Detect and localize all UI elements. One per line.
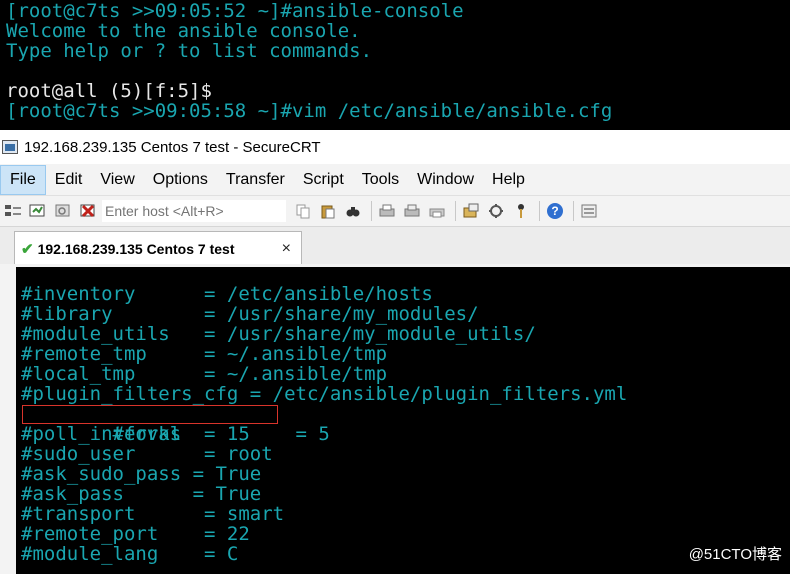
connect-icon[interactable] <box>2 200 24 222</box>
config-line: #library = /usr/share/my_modules/ <box>21 303 479 325</box>
disconnect-icon[interactable] <box>77 200 99 222</box>
terminal-line: [root@c7ts >>09:05:52 ~]#ansible-console <box>6 0 464 22</box>
securecrt-app-icon <box>2 140 18 154</box>
config-line: #inventory = /etc/ansible/hosts <box>21 283 433 305</box>
menu-transfer[interactable]: Transfer <box>217 165 294 195</box>
config-line: #transport = smart <box>21 503 285 525</box>
terminal-line: Welcome to the ansible console. <box>6 20 361 42</box>
securecrt-window: 192.168.239.135 Centos 7 test - SecureCR… <box>0 130 790 574</box>
terminal-frame: #inventory = /etc/ansible/hosts #library… <box>0 264 790 574</box>
title-bar[interactable]: 192.168.239.135 Centos 7 test - SecureCR… <box>0 130 790 164</box>
menu-script[interactable]: Script <box>294 165 353 195</box>
connected-check-icon: ✔ <box>21 240 34 258</box>
host-input[interactable] <box>102 200 286 222</box>
config-line: #ask_pass = True <box>21 483 262 505</box>
toolbar-separator <box>455 201 456 221</box>
help-icon[interactable]: ? <box>544 200 566 222</box>
config-line: #module_utils = /usr/share/my_module_uti… <box>21 323 536 345</box>
find-icon[interactable] <box>342 200 364 222</box>
session-options-icon[interactable] <box>460 200 482 222</box>
print-icon[interactable] <box>376 200 398 222</box>
tab-bar: ✔ 192.168.239.135 Centos 7 test × <box>0 226 790 265</box>
config-line-forks: #forks = 5 <box>21 404 790 444</box>
reconnect-icon[interactable] <box>52 200 74 222</box>
printer-icon[interactable] <box>426 200 448 222</box>
menu-tools[interactable]: Tools <box>353 165 408 195</box>
forks-highlight-box <box>22 405 278 424</box>
config-line: #local_tmp = ~/.ansible/tmp <box>21 363 388 385</box>
menu-bar: File Edit View Options Transfer Script T… <box>0 164 790 196</box>
print-selection-icon[interactable] <box>401 200 423 222</box>
terminal-prompt-line: root@all (5)[f:5]$ <box>6 80 212 102</box>
toolbar-separator <box>371 201 372 221</box>
toolbar-separator <box>573 201 574 221</box>
menu-window[interactable]: Window <box>408 165 483 195</box>
copy-icon[interactable] <box>292 200 314 222</box>
config-line: #remote_port = 22 <box>21 523 250 545</box>
config-line: #plugin_filters_cfg = /etc/ansible/plugi… <box>21 383 628 405</box>
top-terminal[interactable]: [root@c7ts >>09:05:52 ~]#ansible-console… <box>0 0 790 130</box>
toolbar: ? <box>0 196 790 226</box>
terminal-area[interactable]: #inventory = /etc/ansible/hosts #library… <box>16 267 790 574</box>
watermark: @51CTO博客 <box>688 546 782 563</box>
keymap-icon[interactable] <box>510 200 532 222</box>
svg-text:?: ? <box>551 204 558 218</box>
menu-options[interactable]: Options <box>144 165 217 195</box>
window-title: 192.168.239.135 Centos 7 test - SecureCR… <box>24 138 321 156</box>
menu-view[interactable]: View <box>91 165 143 195</box>
menu-file[interactable]: File <box>0 164 46 195</box>
menu-edit[interactable]: Edit <box>46 165 92 195</box>
global-options-icon[interactable] <box>485 200 507 222</box>
config-line: #remote_tmp = ~/.ansible/tmp <box>21 343 388 365</box>
config-line: #poll_interval = 15 <box>21 423 250 445</box>
session-manager-icon[interactable] <box>578 200 600 222</box>
close-icon[interactable]: × <box>282 240 291 258</box>
session-tab[interactable]: ✔ 192.168.239.135 Centos 7 test × <box>14 231 302 265</box>
terminal-line: Type help or ? to list commands. <box>6 40 373 62</box>
config-line: #ask_sudo_pass = True <box>21 463 262 485</box>
terminal-line: [root@c7ts >>09:05:58 ~]#vim /etc/ansibl… <box>6 100 613 122</box>
session-sidebar-handle[interactable] <box>0 264 16 574</box>
quick-connect-icon[interactable] <box>27 200 49 222</box>
session-tab-label: 192.168.239.135 Centos 7 test <box>37 240 235 257</box>
paste-icon[interactable] <box>317 200 339 222</box>
toolbar-separator <box>539 201 540 221</box>
config-line: #module_lang = C <box>21 543 239 565</box>
config-line: #sudo_user = root <box>21 443 273 465</box>
menu-help[interactable]: Help <box>483 165 534 195</box>
